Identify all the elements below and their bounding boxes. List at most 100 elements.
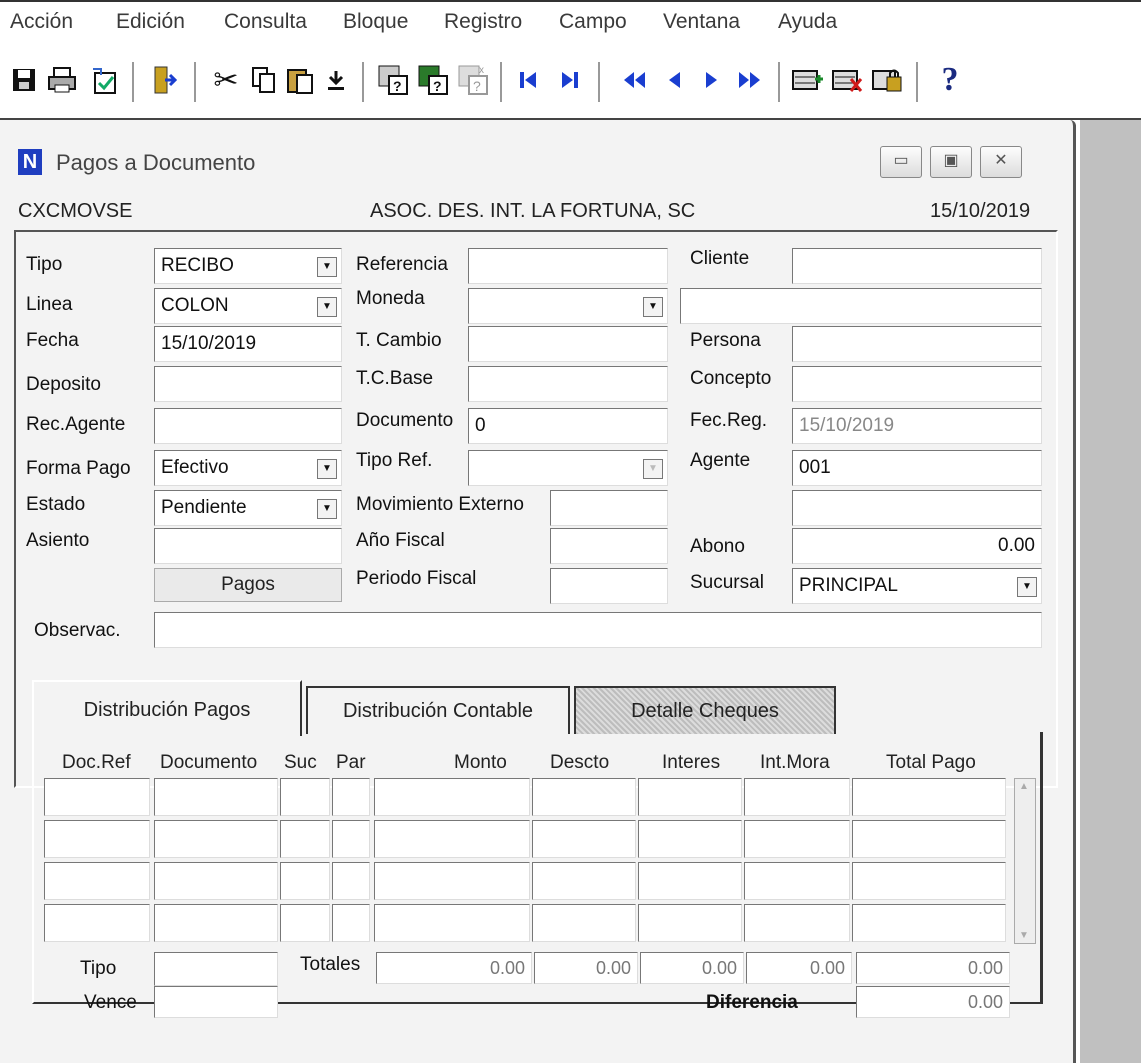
grid-cell[interactable] — [638, 778, 742, 816]
fecha-field[interactable]: 15/10/2019 — [154, 326, 342, 362]
asiento-field[interactable] — [154, 528, 342, 564]
tipo-select[interactable]: RECIBO ▼ — [154, 248, 342, 284]
mov-externo-field[interactable] — [550, 490, 668, 526]
checklist-icon[interactable] — [86, 62, 122, 98]
query-icon[interactable]: ? — [376, 62, 412, 98]
grid-cell[interactable] — [44, 778, 150, 816]
grid-cell[interactable] — [374, 862, 530, 900]
t-cambio-field[interactable] — [468, 326, 668, 362]
grid-cell[interactable] — [44, 862, 150, 900]
tab-distribucion-pagos[interactable]: Distribución Pagos — [32, 680, 302, 736]
lock-record-icon[interactable] — [870, 62, 906, 98]
grid-cell[interactable] — [374, 820, 530, 858]
referencia-field[interactable] — [468, 248, 668, 284]
chevron-down-icon[interactable]: ▼ — [1017, 577, 1037, 597]
grid-cell[interactable] — [852, 904, 1006, 942]
scroll-up-icon[interactable]: ▲ — [1019, 781, 1029, 792]
menu-edicion[interactable]: Edición — [116, 10, 185, 34]
tab-detalle-cheques[interactable]: Detalle Cheques — [574, 686, 836, 734]
cliente-name-field[interactable] — [680, 288, 1042, 324]
cliente-field[interactable] — [792, 248, 1042, 284]
grid-cell[interactable] — [374, 904, 530, 942]
menu-ventana[interactable]: Ventana — [663, 10, 740, 34]
persona-field[interactable] — [792, 326, 1042, 362]
concepto-field[interactable] — [792, 366, 1042, 402]
rec-agente-field[interactable] — [154, 408, 342, 444]
chevron-down-icon[interactable]: ▼ — [643, 297, 663, 317]
moneda-select[interactable]: ▼ — [468, 288, 668, 324]
grid-scrollbar[interactable]: ▲ ▼ — [1014, 778, 1036, 944]
menu-bloque[interactable]: Bloque — [343, 10, 408, 34]
grid-cell[interactable] — [532, 820, 636, 858]
anio-fiscal-field[interactable] — [550, 528, 668, 564]
grid-cell[interactable] — [280, 778, 330, 816]
prev-block-icon[interactable] — [616, 62, 652, 98]
insert-record-icon[interactable] — [790, 62, 826, 98]
grid-cell[interactable] — [154, 820, 278, 858]
grid-cell[interactable] — [852, 862, 1006, 900]
cut-icon[interactable]: ✂ — [208, 62, 244, 98]
tab-distribucion-contable[interactable]: Distribución Contable — [306, 686, 570, 734]
chevron-down-icon[interactable]: ▼ — [317, 257, 337, 277]
menu-accion[interactable]: Acción — [10, 10, 73, 34]
grid-cell[interactable] — [332, 820, 370, 858]
close-button[interactable]: ✕ — [980, 146, 1022, 178]
menu-ayuda[interactable]: Ayuda — [778, 10, 837, 34]
menu-consulta[interactable]: Consulta — [224, 10, 307, 34]
observac-field[interactable] — [154, 612, 1042, 648]
deposito-field[interactable] — [154, 366, 342, 402]
print-icon[interactable] — [44, 62, 80, 98]
grid-cell[interactable] — [638, 904, 742, 942]
grid-cell[interactable] — [744, 820, 850, 858]
prev-record-icon[interactable] — [656, 62, 692, 98]
download-icon[interactable] — [318, 62, 354, 98]
linea-select[interactable]: COLON ▼ — [154, 288, 342, 324]
menu-campo[interactable]: Campo — [559, 10, 627, 34]
chevron-down-icon[interactable]: ▼ — [317, 297, 337, 317]
chevron-down-icon[interactable]: ▼ — [317, 459, 337, 479]
grid-cell[interactable] — [532, 904, 636, 942]
grid-cell[interactable] — [852, 778, 1006, 816]
first-record-icon[interactable] — [510, 62, 546, 98]
paste-icon[interactable] — [282, 62, 318, 98]
grid-cell[interactable] — [154, 862, 278, 900]
vence-field[interactable] — [154, 986, 278, 1018]
sucursal-select[interactable]: PRINCIPAL ▼ — [792, 568, 1042, 604]
chevron-down-icon[interactable]: ▼ — [643, 459, 663, 479]
next-record-icon[interactable] — [694, 62, 730, 98]
grid-cell[interactable] — [154, 904, 278, 942]
query-cancel-icon[interactable]: ? x — [456, 62, 492, 98]
save-icon[interactable] — [6, 62, 42, 98]
agente-field[interactable]: 001 — [792, 450, 1042, 486]
grid-cell[interactable] — [532, 778, 636, 816]
tipo-ref-select[interactable]: ▼ — [468, 450, 668, 486]
help-icon[interactable]: ? — [932, 61, 968, 98]
grid-cell[interactable] — [852, 820, 1006, 858]
query-run-icon[interactable]: ? — [416, 62, 452, 98]
grid-cell[interactable] — [44, 904, 150, 942]
fec-reg-field[interactable]: 15/10/2019 — [792, 408, 1042, 444]
grid-cell[interactable] — [744, 904, 850, 942]
estado-select[interactable]: Pendiente ▼ — [154, 490, 342, 526]
exit-icon[interactable] — [146, 62, 182, 98]
forma-pago-select[interactable]: Efectivo ▼ — [154, 450, 342, 486]
tc-base-field[interactable] — [468, 366, 668, 402]
documento-field[interactable]: 0 — [468, 408, 668, 444]
grid-cell[interactable] — [744, 862, 850, 900]
grid-cell[interactable] — [332, 904, 370, 942]
next-block-icon[interactable] — [732, 62, 768, 98]
grid-cell[interactable] — [744, 778, 850, 816]
grid-cell[interactable] — [280, 862, 330, 900]
grid-cell[interactable] — [44, 820, 150, 858]
menu-registro[interactable]: Registro — [444, 10, 522, 34]
grid-cell[interactable] — [280, 820, 330, 858]
grid-cell[interactable] — [332, 778, 370, 816]
grid-cell[interactable] — [332, 862, 370, 900]
grid-cell[interactable] — [280, 904, 330, 942]
delete-record-icon[interactable] — [830, 62, 866, 98]
agente-name-field[interactable] — [792, 490, 1042, 526]
grid-cell[interactable] — [374, 778, 530, 816]
pagos-button[interactable]: Pagos — [154, 568, 342, 602]
grid-cell[interactable] — [154, 778, 278, 816]
last-record-icon[interactable] — [552, 62, 588, 98]
